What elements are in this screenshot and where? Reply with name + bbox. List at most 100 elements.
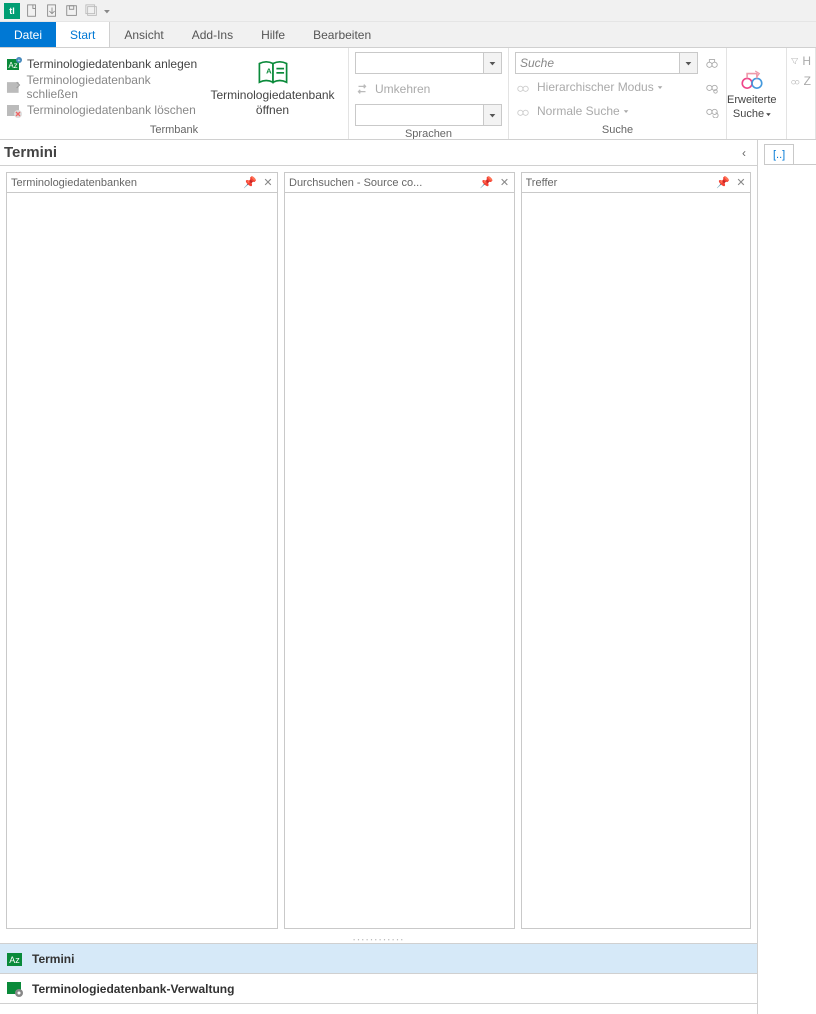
nav-item-termini[interactable]: Az Termini [0,944,757,974]
advanced-search-label-1: Erweiterte [727,94,777,106]
close-icon[interactable]: ✕ [734,176,748,189]
tab-file[interactable]: Datei [0,22,56,47]
pin-icon[interactable]: 📌 [480,176,494,189]
svg-text:Az: Az [9,955,20,965]
main-area: Termini ‹ Terminologiedatenbanken 📌 ✕ Du… [0,140,816,1014]
ribbon-group-termbank: Az+ Terminologiedatenbank anlegen Termin… [0,48,349,139]
splitter-gripper[interactable]: ∙∙∙∙∙∙∙∙∙∙∙∙ [0,935,757,943]
pane-hits-title: Treffer [526,177,713,189]
section-title-bar: Termini ‹ [0,140,757,166]
binoculars-gear-icon[interactable] [704,79,720,95]
ribbon-group-languages: ▾ Umkehren ▾ Sprachen [349,48,509,139]
pane-hits-body [522,193,751,928]
termbank-open-label-2: öffnen [256,104,289,117]
invert-languages-label: Umkehren [375,82,430,96]
ribbon-group-search: Suche ▾ Hierarchischer Modus ▾ [509,48,727,139]
pane-browse-title: Durchsuchen - Source co... [289,177,476,189]
tab-view[interactable]: Ansicht [110,22,177,47]
ribbon-group-filter: H Z [787,48,816,139]
app-icon: tl [4,3,20,19]
swap-icon [355,82,369,96]
close-icon[interactable]: ✕ [261,176,275,189]
editor-tab-empty[interactable]: [..] [764,144,794,164]
filter-label-2: Z [804,74,811,88]
ribbon-tabs: Datei Start Ansicht Add-Ins Hilfe Bearbe… [0,22,816,48]
tab-edit[interactable]: Bearbeiten [299,22,385,47]
group-label-search: Suche [509,122,726,139]
nav-verwaltung-label: Terminologiedatenbank-Verwaltung [32,982,234,996]
qat-open-icon[interactable] [43,2,61,20]
advanced-search-button[interactable]: Erweiterte Suche▾ [727,48,777,134]
source-language-combo[interactable]: ▾ [355,52,502,74]
binoculars-refresh-icon[interactable] [704,103,720,119]
normal-search-label: Normale Suche [537,104,620,118]
qat-new-icon[interactable] [23,2,41,20]
ribbon: Az+ Terminologiedatenbank anlegen Termin… [0,48,816,140]
tab-addins[interactable]: Add-Ins [178,22,247,47]
termbank-create-label: Terminologiedatenbank anlegen [27,57,197,71]
advanced-search-icon [739,68,765,92]
termbank-open-button[interactable]: A Terminologiedatenbank öffnen [200,48,345,122]
section-title: Termini [4,144,57,161]
nav-termini-icon: Az [6,950,24,968]
qat-customize-dropdown[interactable]: ▾ [102,4,112,18]
termbank-delete-label: Terminologiedatenbank löschen [27,103,196,117]
search-combo[interactable]: Suche ▾ [515,52,698,74]
pane-container: Terminologiedatenbanken 📌 ✕ Durchsuchen … [0,166,757,935]
collapse-section-icon[interactable]: ‹ [737,146,751,160]
termbank-delete-button: Terminologiedatenbank löschen [6,98,200,121]
pin-icon[interactable]: 📌 [716,176,730,189]
left-workspace: Termini ‹ Terminologiedatenbanken 📌 ✕ Du… [0,140,758,1014]
pane-termbanks: Terminologiedatenbanken 📌 ✕ [6,172,278,929]
group-label-termbank: Termbank [0,122,348,139]
tab-help[interactable]: Hilfe [247,22,299,47]
normal-search-button: Normale Suche ▾ [537,104,698,118]
filter-label-1: H [802,54,811,68]
dropdown-icon[interactable]: ▾ [483,53,501,73]
termbank-delete-icon [6,102,22,118]
source-language-value [356,53,483,73]
binoculars-small-icon [791,74,800,88]
binoculars-normal-icon [515,103,531,119]
pane-termbanks-title: Terminologiedatenbanken [11,177,239,189]
termbank-open-label-1: Terminologiedatenbank [210,89,334,102]
search-placeholder: Suche [516,53,679,73]
termbank-close-label: Terminologiedatenbank schließen [27,73,200,101]
ribbon-group-advanced-search: Erweiterte Suche▾ [727,48,787,139]
hierarchical-mode-button: Hierarchischer Modus ▾ [537,80,698,94]
pane-browse-body [285,193,514,928]
target-language-combo[interactable]: ▾ [355,104,502,126]
pin-icon[interactable]: 📌 [243,176,257,189]
editor-area: [..] [758,140,816,1014]
pane-termbanks-body [7,193,277,928]
nav-tail [0,1004,757,1014]
target-language-value [356,105,483,125]
close-icon[interactable]: ✕ [498,176,512,189]
navigation-bar: Az Termini Terminologiedatenbank-Verwalt… [0,943,757,1014]
svg-text:Az: Az [8,61,17,70]
editor-tab-shelf [764,164,816,166]
nav-termini-label: Termini [32,952,74,966]
group-label-advanced [727,134,786,139]
svg-text:A: A [266,67,272,76]
advanced-search-label-2: Suche [733,108,764,120]
termbank-close-icon [6,79,22,95]
nav-item-verwaltung[interactable]: Terminologiedatenbank-Verwaltung [0,974,757,1004]
qat-saveall-icon[interactable] [83,2,101,20]
binoculars-icon[interactable] [704,55,720,71]
pane-hits: Treffer 📌 ✕ [521,172,752,929]
group-label-languages: Sprachen [349,126,508,140]
dropdown-icon[interactable]: ▾ [483,105,501,125]
pane-browse: Durchsuchen - Source co... 📌 ✕ [284,172,515,929]
qat-save-icon[interactable] [63,2,81,20]
termbank-close-button: Terminologiedatenbank schließen [6,75,200,98]
quick-access-toolbar: tl ▾ [0,0,816,22]
funnel-icon [791,54,798,68]
tab-start[interactable]: Start [56,22,110,47]
svg-text:+: + [18,58,21,64]
termbank-create-icon: Az+ [6,56,22,72]
nav-verwaltung-icon [6,980,24,998]
binoculars-hier-icon [515,79,531,95]
dropdown-icon[interactable]: ▾ [679,53,697,73]
filter-row-1: H [791,54,811,68]
